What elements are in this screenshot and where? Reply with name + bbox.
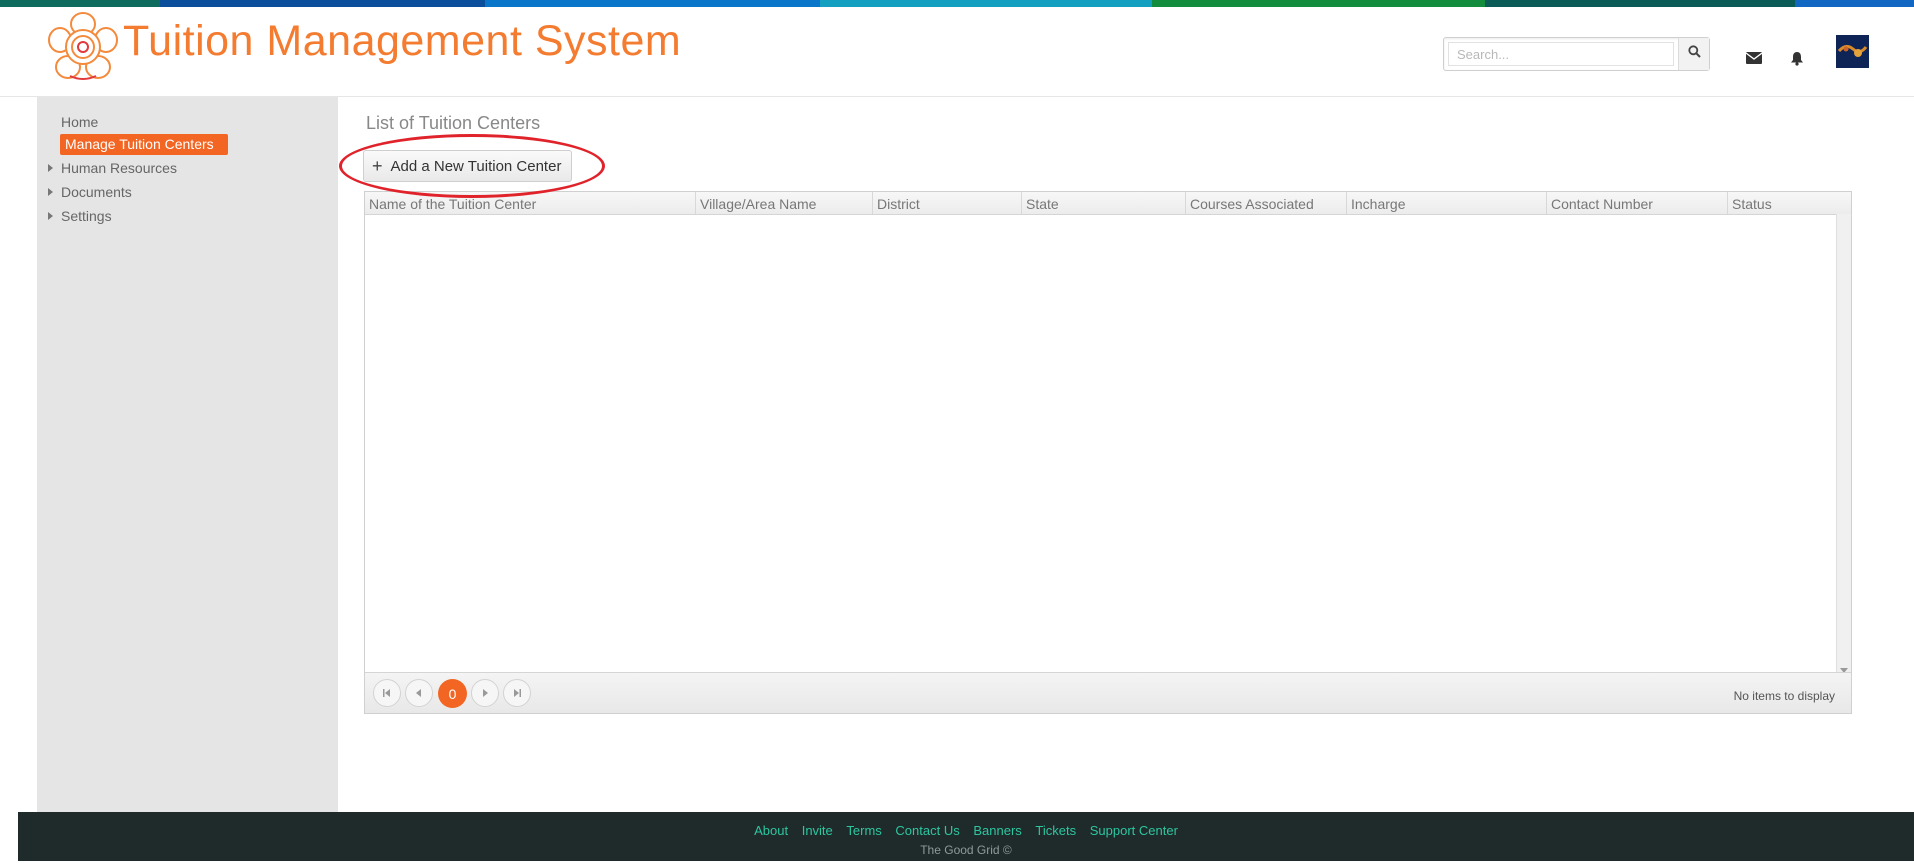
top-color-strip (0, 0, 1914, 7)
footer-link-terms[interactable]: Terms (846, 823, 881, 838)
search-icon (1687, 45, 1701, 63)
add-tuition-center-button[interactable]: + Add a New Tuition Center (363, 150, 572, 182)
grid-header: Name of the Tuition Center Village/Area … (365, 192, 1851, 215)
first-page-icon (383, 689, 390, 697)
column-header-state[interactable]: State (1021, 192, 1185, 214)
sidebar-item-human-resources[interactable]: Human Resources (48, 160, 177, 176)
column-header-village[interactable]: Village/Area Name (695, 192, 872, 214)
column-header-contact-number[interactable]: Contact Number (1546, 192, 1727, 214)
add-button-label: Add a New Tuition Center (390, 157, 562, 175)
grid-pager: 0 No items to display (365, 672, 1851, 713)
footer-copyright: The Good Grid © (920, 843, 1012, 857)
pager-prev-button[interactable] (405, 679, 433, 707)
sidebar-item-documents[interactable]: Documents (48, 184, 132, 200)
search-button[interactable] (1678, 38, 1709, 70)
bell-icon[interactable] (1788, 49, 1806, 67)
sidebar-item-label: Human Resources (61, 160, 177, 176)
sidebar-item-label: Settings (61, 208, 112, 224)
sidebar-item-settings[interactable]: Settings (48, 208, 112, 224)
pager-next-button[interactable] (471, 679, 499, 707)
caret-right-icon (48, 188, 53, 196)
footer-link-tickets[interactable]: Tickets (1035, 823, 1076, 838)
footer-link-banners[interactable]: Banners (973, 823, 1021, 838)
avatar[interactable] (1836, 35, 1869, 68)
column-header-incharge[interactable]: Incharge (1346, 192, 1546, 214)
footer-links: About Invite Terms Contact Us Banners Ti… (18, 823, 1914, 838)
sidebar-item-home[interactable]: Home (61, 114, 98, 130)
footer-link-contact-us[interactable]: Contact Us (895, 823, 959, 838)
tuition-centers-grid: Name of the Tuition Center Village/Area … (364, 191, 1852, 714)
pager-last-button[interactable] (503, 679, 531, 707)
main-content: List of Tuition Centers + Add a New Tuit… (338, 97, 1893, 812)
header: Tuition Management System (0, 7, 1914, 97)
footer: About Invite Terms Contact Us Banners Ti… (18, 812, 1914, 861)
pager-current-page[interactable]: 0 (438, 679, 467, 708)
column-header-status[interactable]: Status (1727, 192, 1837, 214)
column-header-courses[interactable]: Courses Associated (1185, 192, 1346, 214)
plus-icon: + (372, 155, 383, 176)
grid-scrollbar[interactable] (1836, 214, 1851, 676)
app-title: Tuition Management System (123, 17, 682, 65)
column-header-district[interactable]: District (872, 192, 1021, 214)
last-page-icon (514, 689, 521, 697)
search-input[interactable] (1448, 42, 1674, 66)
sidebar: Home Manage Tuition Centers Human Resour… (37, 97, 338, 812)
caret-right-icon (48, 212, 53, 220)
next-page-icon (483, 689, 488, 697)
column-header-name[interactable]: Name of the Tuition Center (365, 192, 695, 214)
caret-right-icon (48, 164, 53, 172)
sidebar-item-label: Documents (61, 184, 132, 200)
sidebar-item-manage-tuition-centers[interactable]: Manage Tuition Centers (60, 134, 228, 155)
envelope-icon[interactable] (1745, 49, 1763, 67)
footer-link-invite[interactable]: Invite (802, 823, 833, 838)
search-box (1443, 37, 1710, 71)
pager-first-button[interactable] (373, 679, 401, 707)
footer-link-support-center[interactable]: Support Center (1090, 823, 1178, 838)
page-title: List of Tuition Centers (366, 113, 541, 133)
pager-info: No items to display (1733, 689, 1835, 703)
prev-page-icon (416, 689, 421, 697)
footer-link-about[interactable]: About (754, 823, 788, 838)
logo-icon (48, 10, 118, 82)
